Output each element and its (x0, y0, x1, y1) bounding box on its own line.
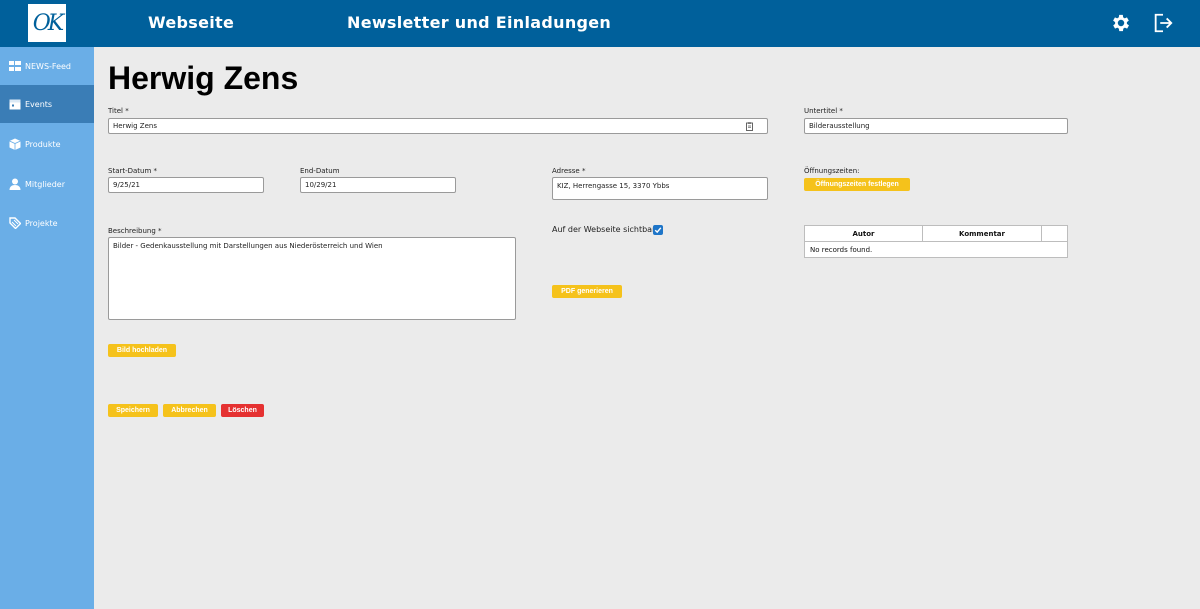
clipboard-icon[interactable] (746, 122, 753, 131)
titel-value: Herwig Zens (113, 122, 157, 130)
oeffnungszeiten-label: Öffnungszeiten: (804, 167, 860, 175)
nav-webseite[interactable]: Webseite (148, 13, 234, 32)
logout-icon[interactable] (1152, 12, 1174, 34)
sidebar-item-mitglieder[interactable]: Mitglieder (0, 165, 94, 203)
tag-icon (9, 217, 21, 229)
sidebar-item-events[interactable]: Events (0, 85, 94, 123)
start-datum-label: Start-Datum * (108, 167, 158, 175)
checkmark-icon (654, 227, 662, 234)
app-logo[interactable]: OK (28, 4, 66, 42)
beschreibung-field[interactable]: Bilder - Gedenkausstellung mit Darstellu… (108, 237, 516, 320)
sidebar-item-projekte[interactable]: Projekte (0, 204, 94, 242)
start-datum-value: 9/25/21 (113, 181, 140, 189)
sidebar-item-label: Mitglieder (25, 179, 65, 189)
box-icon (9, 138, 21, 150)
end-datum-value: 10/29/21 (305, 181, 337, 189)
untertitel-value: Bilderausstellung (809, 122, 870, 130)
untertitel-label: Untertitel * (804, 107, 843, 115)
titel-field[interactable]: Herwig Zens (108, 118, 768, 134)
oeffnungszeiten-button[interactable]: Öffnungszeiten festlegen (804, 178, 910, 191)
comments-table: Autor Kommentar No records found. (804, 225, 1068, 258)
sichtbar-checkbox[interactable] (653, 225, 663, 235)
titel-label: Titel * (108, 107, 129, 115)
start-datum-field[interactable]: 9/25/21 (108, 177, 264, 193)
top-bar: OK Webseite Newsletter und Einladungen (0, 0, 1200, 47)
table-header: Autor Kommentar (805, 226, 1067, 242)
adresse-label: Adresse * (552, 167, 586, 175)
sidebar-item-produkte[interactable]: Produkte (0, 125, 94, 163)
user-icon (9, 178, 21, 190)
sidebar-item-label: Projekte (25, 218, 58, 228)
grid-icon (9, 61, 21, 71)
beschreibung-value: Bilder - Gedenkausstellung mit Darstellu… (113, 242, 383, 250)
calendar-icon (9, 99, 21, 110)
sidebar-item-news-feed[interactable]: NEWS-Feed (0, 47, 94, 85)
column-header-actions (1042, 226, 1067, 241)
sichtbar-label: Auf der Webseite sichtbar: (552, 225, 658, 234)
column-header-autor[interactable]: Autor (805, 226, 923, 241)
sidebar-item-label: Produkte (25, 139, 61, 149)
adresse-value: KIZ, Herrengasse 15, 3370 Ybbs (557, 182, 670, 190)
end-datum-label: End-Datum (300, 167, 340, 175)
cancel-button[interactable]: Abbrechen (163, 404, 216, 417)
adresse-field[interactable]: KIZ, Herrengasse 15, 3370 Ybbs (552, 177, 768, 200)
sidebar-item-label: Events (25, 99, 53, 109)
beschreibung-label: Beschreibung * (108, 227, 162, 235)
untertitel-field[interactable]: Bilderausstellung (804, 118, 1068, 134)
end-datum-field[interactable]: 10/29/21 (300, 177, 456, 193)
save-button[interactable]: Speichern (108, 404, 158, 417)
column-header-kommentar[interactable]: Kommentar (923, 226, 1042, 241)
page-title: Herwig Zens (108, 60, 299, 96)
gear-icon[interactable] (1110, 12, 1132, 34)
logo-text: OK (32, 10, 65, 36)
bild-hochladen-button[interactable]: Bild hochladen (108, 344, 176, 357)
table-empty-message: No records found. (810, 246, 873, 254)
delete-button[interactable]: Löschen (221, 404, 264, 417)
pdf-generieren-button[interactable]: PDF generieren (552, 285, 622, 298)
sidebar: NEWS-Feed Events Produkte Mitglieder Pro… (0, 47, 94, 609)
sidebar-item-label: NEWS-Feed (25, 61, 71, 71)
nav-newsletter[interactable]: Newsletter und Einladungen (347, 13, 611, 32)
